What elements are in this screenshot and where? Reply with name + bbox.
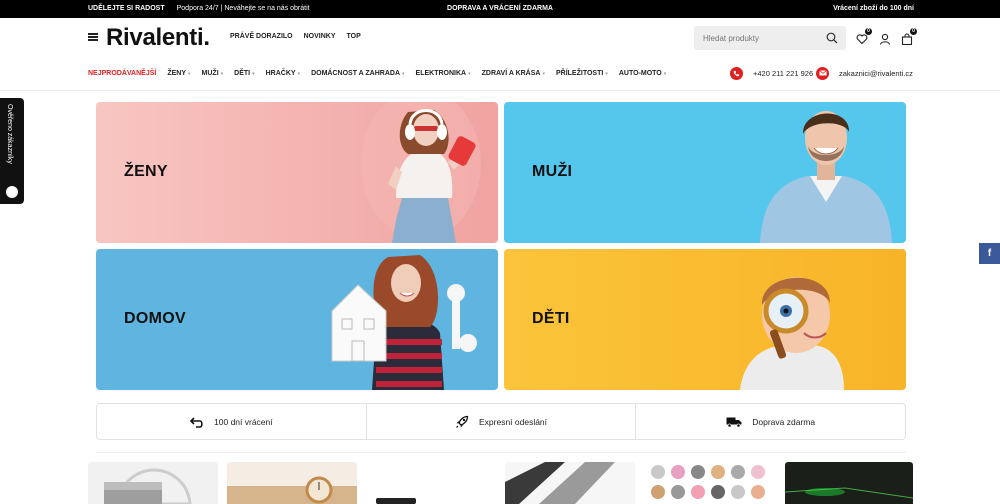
search-icon[interactable] (826, 32, 838, 44)
category-label: HRAČKY (265, 70, 296, 77)
top-announcement-bar: UDĚLEJTE SI RADOST Podpora 24/7 | Neváhej… (0, 0, 1000, 18)
banner-women[interactable]: ŽENY (96, 102, 498, 243)
chevron-down-icon: ▾ (542, 71, 545, 77)
contact-phone[interactable]: +420 211 221 926 (730, 66, 813, 80)
nav-divider (0, 90, 1000, 91)
return-arrow-icon (190, 416, 203, 428)
chevron-down-icon: ▾ (402, 71, 405, 77)
chevron-down-icon: ▾ (188, 71, 191, 77)
category-label: ZDRAVÍ A KRÁSA (481, 70, 541, 77)
benefit-returns-label: 100 dní vrácení (214, 416, 273, 427)
product-thumb-storage-box[interactable] (88, 462, 218, 504)
banner-home[interactable]: DOMOV (96, 249, 498, 390)
category-item[interactable]: ZDRAVÍ A KRÁSA ▾ (482, 70, 545, 77)
category-nav: NEJPRODÁVANĚJŠÍ ŽENY ▾ MUŽI ▾ DĚTI ▾ HRAČKY ▾ DOM… (88, 70, 666, 77)
category-label: PŘÍLEŽITOSTI (555, 70, 604, 77)
category-item[interactable]: DĚTI ▾ (234, 70, 254, 77)
verified-reviews-tab[interactable]: Ověřeno zákazníky (0, 98, 24, 204)
benefit-returns: 100 dní vrácení (97, 404, 367, 439)
chevron-down-icon: ▾ (663, 71, 667, 77)
truck-icon (726, 417, 742, 427)
wishlist-count-badge: 0 (865, 28, 872, 35)
category-label: ŽENY (167, 70, 187, 77)
product-thumb-cat-toys[interactable] (644, 462, 774, 504)
topbar-returns: Vrácení zboží do 100 dní (833, 5, 914, 12)
clock-photo (227, 476, 357, 504)
wishlist-button[interactable]: 0 (856, 28, 872, 45)
nav-item-new-arrivals[interactable]: PRÁVĚ DORAZILO (230, 33, 293, 40)
top-nav: PRÁVĚ DORAZILO NOVINKY TOP (230, 33, 361, 40)
category-item[interactable]: NEJPRODÁVANĚJŠÍ (88, 70, 156, 77)
chevron-down-icon: ▾ (252, 71, 255, 77)
benefit-express-label: Expresní odeslání (478, 416, 548, 427)
nav-item-news[interactable]: NOVINKY (304, 33, 336, 40)
search-input[interactable] (703, 32, 813, 44)
cart-count-badge: 0 (910, 28, 917, 35)
category-item[interactable]: DOMÁCNOST A ZAHRADA ▾ (311, 70, 404, 77)
product-thumb-device[interactable] (366, 462, 496, 504)
banner-kids[interactable]: DĚTI (504, 249, 906, 390)
category-label: DĚTI (234, 70, 251, 77)
phone-number[interactable]: +420 211 221 926 (753, 69, 813, 78)
benefit-express: Expresní odeslání (367, 404, 637, 439)
category-label: MUŽI (201, 70, 219, 77)
chevron-down-icon: ▾ (468, 71, 471, 77)
category-label: NEJPRODÁVANĚJŠÍ (88, 70, 157, 77)
menu-icon[interactable] (88, 33, 98, 41)
category-label: DOMÁCNOST A ZAHRADA (311, 70, 401, 77)
email-address[interactable]: zakaznici@rivalenti.cz (839, 69, 913, 78)
site-logo[interactable]: Rivalenti. (106, 24, 210, 52)
contact-email[interactable]: zakaznici@rivalenti.cz (816, 66, 913, 80)
cat-figures-photo (651, 465, 765, 499)
benefit-shipping: Doprava zdarma (636, 404, 905, 439)
facebook-icon[interactable]: f (979, 243, 1000, 264)
storage-box-photo (104, 468, 192, 504)
category-item[interactable]: ŽENY ▾ (167, 70, 190, 77)
benefit-shipping-label: Doprava zdarma (752, 416, 816, 427)
category-label: AUTO-MOTO (618, 70, 662, 77)
product-thumb-laser[interactable] (785, 462, 913, 504)
woman-house-key-photo (331, 255, 477, 390)
chevron-down-icon: ▾ (297, 71, 301, 77)
category-label: ELEKTRONIKA (415, 70, 467, 77)
heart-icon (856, 34, 868, 45)
category-item[interactable]: PŘÍLEŽITOSTI ▾ (556, 70, 608, 77)
rocket-icon (456, 415, 469, 428)
chevron-down-icon: ▾ (220, 71, 224, 77)
benefits-bar: 100 dní vrácení Expresní odeslání Doprav… (96, 403, 906, 440)
chevron-down-icon: ▾ (605, 71, 608, 77)
banner-men[interactable]: MUŽI (504, 102, 906, 243)
silver-foil-photo (505, 462, 615, 504)
product-thumb-foil[interactable] (505, 462, 635, 504)
account-button[interactable] (879, 32, 891, 45)
user-icon (879, 33, 891, 45)
verified-reviews-label: Ověřeno zákazníky (6, 104, 13, 164)
child-magnifier-photo (740, 277, 844, 390)
man-denim-shirt-photo (760, 111, 892, 243)
category-item[interactable]: AUTO-MOTO ▾ (619, 70, 666, 77)
search-box (694, 26, 846, 50)
category-item[interactable]: HRAČKY ▾ (266, 70, 300, 77)
category-item[interactable]: MUŽI ▾ (202, 70, 224, 77)
category-item[interactable]: ELEKTRONIKA ▾ (416, 70, 471, 77)
device-photo (376, 498, 416, 504)
site-header: Rivalenti. PRÁVĚ DORAZILO NOVINKY TOP 0 … (0, 18, 1000, 58)
green-laser-photo (785, 487, 913, 499)
nav-item-top[interactable]: TOP (347, 33, 361, 40)
woman-headphones-photo (361, 102, 481, 243)
phone-icon (730, 66, 743, 80)
email-icon (816, 66, 829, 80)
product-thumb-clock[interactable] (227, 462, 357, 504)
section-divider (96, 452, 906, 453)
cart-button[interactable]: 0 (901, 28, 917, 46)
heureka-seal-icon (6, 186, 18, 198)
shopping-bag-icon (901, 33, 913, 46)
